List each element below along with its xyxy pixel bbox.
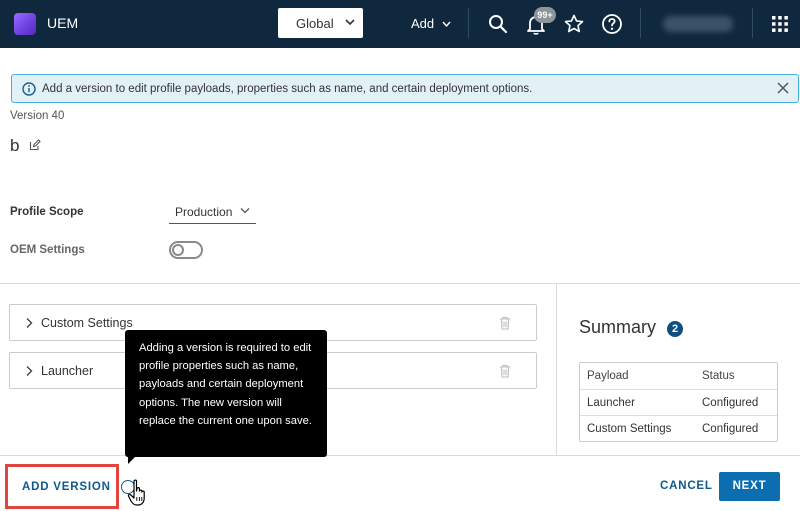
toolbar-divider [468, 8, 469, 38]
table-row: Custom Settings Configured [580, 415, 777, 441]
search-icon[interactable] [486, 12, 510, 36]
trash-icon[interactable] [499, 364, 511, 378]
hand-pointer-cursor-icon [127, 479, 145, 506]
chevron-down-icon [345, 19, 355, 26]
table-header-row: Payload Status [580, 363, 777, 389]
app-title: UEM [47, 15, 79, 31]
app-logo[interactable] [14, 13, 36, 35]
table-row: Launcher Configured [580, 389, 777, 415]
app-launcher-grid-icon[interactable] [770, 14, 790, 34]
summary-title: Summary [579, 317, 657, 337]
user-account-menu[interactable] [663, 16, 733, 32]
column-header-payload: Payload [587, 370, 629, 382]
chevron-right-icon[interactable] [25, 317, 33, 329]
add-version-tooltip: Adding a version is required to edit pro… [125, 330, 327, 464]
tooltip-arrow [128, 456, 136, 464]
add-version-button[interactable]: ADD VERSION [5, 464, 119, 509]
notification-count-badge: 99+ [534, 7, 556, 23]
oem-settings-toggle[interactable] [169, 241, 203, 259]
toolbar-divider [640, 8, 641, 38]
payload-cell: Custom Settings [587, 423, 672, 435]
trash-icon[interactable] [499, 316, 511, 330]
status-cell: Configured [702, 423, 759, 435]
alert-message: Add a version to edit profile payloads, … [42, 83, 533, 95]
chevron-right-icon[interactable] [25, 365, 33, 377]
close-icon[interactable] [774, 79, 792, 97]
summary-table: Payload Status Launcher Configured Custo… [579, 362, 778, 442]
toggle-knob [172, 244, 184, 256]
star-icon[interactable] [562, 12, 586, 36]
info-icon [22, 82, 36, 96]
info-alert-banner: Add a version to edit profile payloads, … [11, 74, 799, 103]
column-header-status: Status [702, 370, 735, 382]
payload-cell: Launcher [587, 397, 635, 409]
toolbar-divider [752, 8, 753, 38]
help-icon[interactable] [600, 12, 624, 36]
panel-divider [556, 283, 557, 455]
oem-settings-label: OEM Settings [10, 244, 85, 256]
add-menu-button[interactable]: Add [411, 16, 451, 31]
chevron-down-icon [240, 208, 250, 214]
add-version-label: ADD VERSION [22, 481, 111, 493]
footer-divider [0, 455, 800, 456]
payload-name: Custom Settings [41, 316, 133, 330]
tooltip-text: Adding a version is required to edit pro… [139, 342, 312, 427]
summary-count-badge: 2 [667, 321, 683, 337]
status-cell: Configured [702, 397, 759, 409]
cancel-button[interactable]: CANCEL [660, 480, 713, 492]
organization-group-selector[interactable]: Global [278, 8, 363, 38]
add-menu-label: Add [411, 16, 435, 31]
edit-icon[interactable] [29, 139, 41, 151]
next-button[interactable]: NEXT [719, 472, 780, 501]
payload-name: Launcher [41, 364, 94, 378]
section-divider [0, 283, 800, 284]
top-navigation-bar: UEM Global Add 99+ [0, 0, 800, 48]
organization-group-label: Global [296, 16, 334, 31]
profile-scope-label: Profile Scope [10, 206, 84, 218]
profile-scope-select[interactable]: Production [169, 202, 256, 224]
version-label: Version 40 [10, 110, 65, 122]
chevron-down-icon [442, 21, 451, 27]
profile-scope-value: Production [175, 205, 233, 219]
profile-name: b [10, 136, 20, 155]
